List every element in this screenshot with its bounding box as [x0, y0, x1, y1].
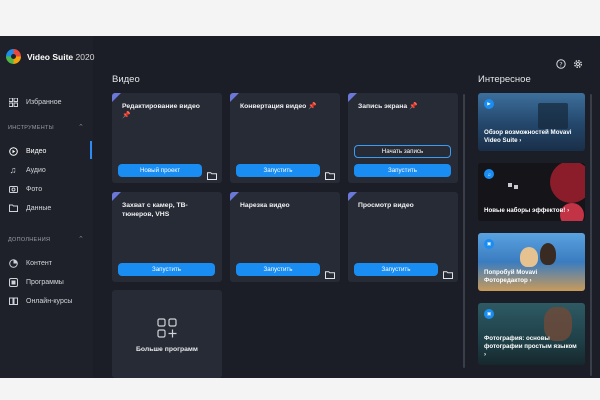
card-video-viewing: Просмотр видео Запустить — [348, 192, 458, 282]
help-icon[interactable]: ? — [556, 56, 566, 69]
tile-photo-course[interactable]: ▣ Фотография: основы фотографии простым … — [478, 303, 585, 365]
app-window: Video Suite 2020 Избранное ИНСТРУМЕНТЫ ⌃… — [0, 36, 600, 378]
card-title: Просмотр видео — [358, 202, 414, 209]
tile-caption: Фотография: основы фотографии простым яз… — [484, 335, 577, 358]
new-project-button[interactable]: Новый проект — [118, 164, 202, 177]
corner-ribbon — [348, 192, 357, 201]
corner-ribbon — [230, 192, 239, 201]
sidebar-item-content[interactable]: Контент — [8, 258, 52, 268]
card-video-cutting: Нарезка видео Запустить — [230, 192, 340, 282]
tile-caption: Попробуй Movavi Фоторедактор › — [484, 269, 538, 284]
card-capture: Захват с камер, ТВ-тюнеров, VHS Запустит… — [112, 192, 222, 282]
card-title: Запись экрана 📌 — [358, 103, 418, 110]
book-icon — [8, 296, 18, 306]
decorative-circle — [550, 163, 585, 203]
card-title: Захват с камер, ТВ-тюнеров, VHS — [122, 202, 188, 218]
tile-photo-editor[interactable]: ▣ Попробуй Movavi Фоторедактор › — [478, 233, 585, 291]
app-logo: Video Suite 2020 — [6, 49, 94, 64]
card-video-conversion: Конвертация видео 📌 Запустить — [230, 93, 340, 183]
folder-icon — [8, 203, 18, 213]
thumbnail-figure — [538, 103, 568, 129]
interesting-scrollbar[interactable] — [590, 94, 592, 376]
sidebar-item-programs[interactable]: Программы — [8, 277, 64, 287]
camera-icon — [8, 184, 18, 194]
thumbnail-figure — [540, 243, 556, 265]
apps-icon — [8, 277, 18, 287]
folder-icon[interactable] — [325, 266, 335, 279]
more-programs-card[interactable]: Больше программ — [112, 290, 222, 378]
folder-icon[interactable] — [325, 167, 335, 180]
card-title: Нарезка видео — [240, 202, 290, 209]
sidebar-item-label: Онлайн-курсы — [26, 297, 73, 305]
folder-icon[interactable] — [443, 266, 453, 279]
thumbnail-figure — [520, 247, 538, 267]
tile-overview[interactable]: ▶ Обзор возможностей Movavi Video Suite … — [478, 93, 585, 151]
folder-icon[interactable] — [207, 167, 217, 180]
pin-icon[interactable]: 📌 — [122, 112, 130, 119]
gear-icon[interactable] — [573, 56, 583, 68]
section-tools-header: ИНСТРУМЕНТЫ — [8, 125, 54, 131]
app-title: Video Suite 2020 — [27, 52, 94, 62]
corner-ribbon — [112, 192, 121, 201]
pin-icon[interactable]: 📌 — [409, 103, 417, 110]
launch-button[interactable]: Запустить — [118, 263, 215, 276]
pin-icon[interactable]: 📌 — [308, 103, 316, 110]
sidebar-item-data[interactable]: Данные — [8, 203, 51, 213]
music-icon: ♫ — [484, 169, 494, 179]
sidebar: Video Suite 2020 Избранное ИНСТРУМЕНТЫ ⌃… — [0, 36, 94, 378]
sidebar-item-label: Избранное — [26, 98, 62, 106]
play-circle-icon — [8, 146, 18, 156]
card-screen-recording: Запись экрана 📌 Начать запись Запустить — [348, 93, 458, 183]
photo-icon: ▣ — [484, 309, 494, 319]
sidebar-item-photo[interactable]: Фото — [8, 184, 42, 194]
photo-icon: ▣ — [484, 239, 494, 249]
sidebar-item-label: Аудио — [26, 166, 46, 174]
sidebar-item-label: Фото — [26, 185, 43, 193]
sidebar-item-courses[interactable]: Онлайн-курсы — [8, 296, 72, 306]
more-programs-label: Больше программ — [136, 346, 198, 353]
active-indicator — [90, 141, 92, 159]
launch-button[interactable]: Запустить — [236, 263, 320, 276]
card-video-editing: Редактирование видео 📌 Новый проект — [112, 93, 222, 183]
app-year: 2020 — [75, 51, 95, 62]
sidebar-item-video[interactable]: Видео — [8, 146, 46, 156]
sidebar-item-favorites[interactable]: Избранное — [8, 97, 61, 107]
tile-caption: Обзор возможностей Movavi Video Suite › — [484, 129, 572, 144]
tile-effects[interactable]: ♫ Новые наборы эффектов! › — [478, 163, 585, 221]
card-title: Редактирование видео 📌 — [122, 103, 200, 119]
main-scrollbar[interactable] — [463, 94, 465, 368]
pie-icon — [8, 258, 18, 268]
sidebar-item-label: Видео — [26, 147, 47, 155]
grid-icon — [8, 97, 18, 107]
section-extras-header: ДОПОЛНЕНИЯ — [8, 237, 51, 243]
sidebar-item-audio[interactable]: ♫ Аудио — [8, 165, 46, 175]
sidebar-item-label: Данные — [26, 204, 52, 212]
add-apps-icon — [157, 318, 177, 343]
launch-button[interactable]: Запустить — [354, 164, 451, 177]
sidebar-item-label: Контент — [26, 259, 52, 267]
play-icon: ▶ — [484, 99, 494, 109]
page-title: Видео — [112, 74, 140, 85]
start-recording-button[interactable]: Начать запись — [354, 145, 451, 158]
corner-ribbon — [348, 93, 357, 102]
interesting-title: Интересное — [478, 74, 531, 85]
app-name: Video Suite — [27, 51, 74, 62]
svg-text:?: ? — [559, 60, 562, 68]
decorative-dot — [514, 185, 518, 189]
movavi-logo-icon — [6, 49, 21, 64]
decorative-dot — [508, 183, 512, 187]
launch-button[interactable]: Запустить — [354, 263, 438, 276]
music-note-icon: ♫ — [9, 165, 17, 175]
launch-button[interactable]: Запустить — [236, 164, 320, 177]
chevron-up-icon[interactable]: ⌃ — [78, 123, 84, 131]
chevron-up-icon[interactable]: ⌃ — [78, 235, 84, 243]
corner-ribbon — [230, 93, 239, 102]
card-title: Конвертация видео 📌 — [240, 103, 317, 110]
corner-ribbon — [112, 93, 121, 102]
tile-caption: Новые наборы эффектов! › — [484, 207, 570, 214]
sidebar-item-label: Программы — [26, 278, 64, 286]
